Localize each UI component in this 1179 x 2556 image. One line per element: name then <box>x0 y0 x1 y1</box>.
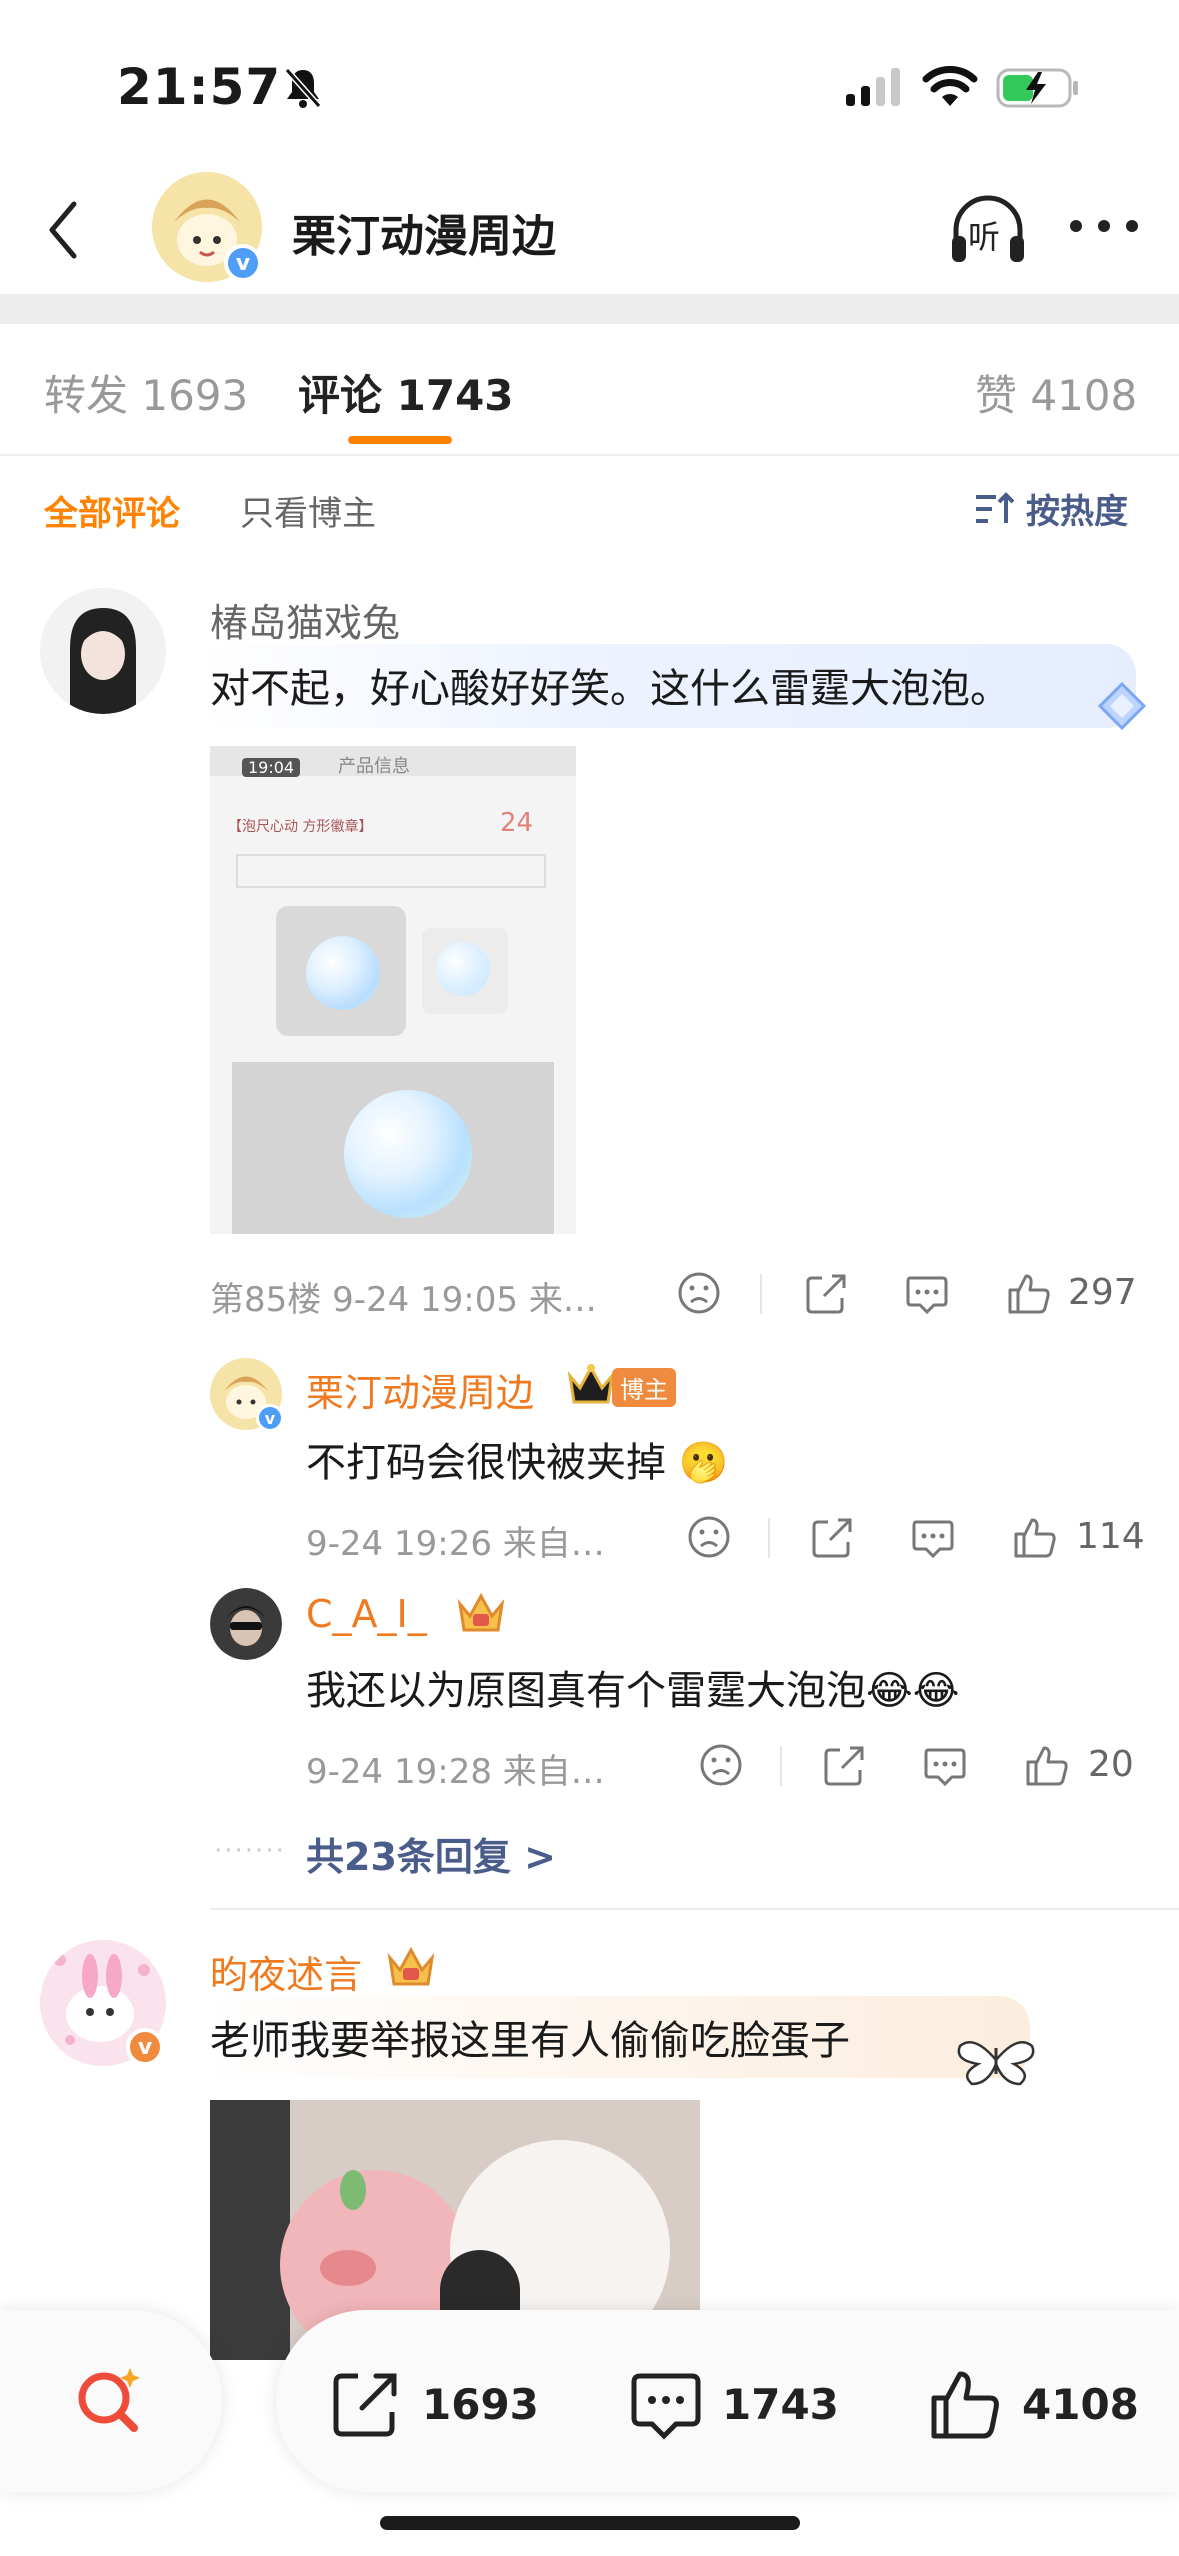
reply-text: 不打码会很快被夹掉 🫢 <box>306 1440 729 1486</box>
mute-bell-icon <box>284 68 322 108</box>
reply-actions: 114 <box>686 1508 1145 1568</box>
like-count: 20 <box>1088 1744 1134 1785</box>
tab-repost[interactable]: 转发 1693 <box>44 362 248 423</box>
active-tab-indicator <box>348 436 452 444</box>
comment-text: 老师我要举报这里有人偷偷吃脸蛋子 <box>210 2018 850 2064</box>
author-badge: 博主 <box>612 1368 676 1407</box>
status-time: 21:57 <box>117 58 282 116</box>
wifi-icon <box>922 66 978 106</box>
reply-text: 我还以为原图真有个雷霆大泡泡😂😂 <box>306 1668 960 1714</box>
bottom-action-bar: 1693 1743 4108 <box>276 2310 1179 2492</box>
commenter-username[interactable]: 椿岛猫戏兔 <box>210 592 400 647</box>
dislike-face-icon[interactable] <box>676 1270 722 1316</box>
reply-bubble-icon[interactable] <box>904 1270 950 1316</box>
crown-icon <box>387 1946 435 1986</box>
image-price-text: 24 <box>500 808 534 838</box>
butterfly-icon <box>957 2041 1035 2086</box>
page-title: 栗汀动漫周边 <box>292 211 556 262</box>
section-divider <box>0 294 1179 324</box>
search-button[interactable] <box>0 2310 222 2492</box>
more-menu-icon[interactable] <box>1064 196 1144 256</box>
comment-meta: 第85楼 9-24 19:05 来… <box>210 1280 597 1320</box>
like-thumb-icon[interactable] <box>1006 1270 1052 1316</box>
listen-label: 听 <box>968 218 1001 256</box>
comment-actions: 297 <box>676 1264 1137 1324</box>
sort-label: 按热度 <box>1026 492 1128 532</box>
home-indicator[interactable] <box>380 2516 800 2530</box>
image-time-text: 19:04 <box>242 758 301 777</box>
search-icon <box>78 2368 140 2432</box>
sort-icon <box>976 491 1014 523</box>
image-title-text: 产品信息 <box>338 756 410 777</box>
bottom-like-count: 4108 <box>1022 2379 1139 2429</box>
back-arrow-icon[interactable] <box>30 190 110 270</box>
like-thumb-icon <box>931 2371 999 2439</box>
tab-likes[interactable]: 赞 4108 <box>975 362 1137 423</box>
commenter-avatar[interactable] <box>40 588 166 714</box>
dislike-face-icon[interactable] <box>698 1742 744 1788</box>
like-thumb-icon[interactable] <box>1024 1742 1070 1788</box>
sort-by-popularity-button[interactable]: 按热度 <box>974 484 1128 533</box>
filter-all-comments[interactable]: 全部评论 <box>44 486 180 535</box>
bottom-comment-count: 1743 <box>722 2379 839 2429</box>
thread-dots-decoration: ······· <box>214 1836 286 1866</box>
verified-badge-icon: v <box>256 1404 284 1432</box>
verified-badge-icon: v <box>126 2028 164 2066</box>
like-count: 114 <box>1076 1516 1145 1557</box>
comment-divider <box>210 1908 1179 1910</box>
bottom-repost-button[interactable]: 1693 <box>328 2366 539 2442</box>
view-more-replies-link[interactable]: 共23条回复 > <box>306 1826 556 1881</box>
image-product-name: 【泡尺心动 方形徽章】 <box>228 819 373 835</box>
bottom-repost-count: 1693 <box>422 2379 539 2429</box>
tabs-divider <box>0 454 1179 456</box>
diamond-sparkle-icon <box>1097 681 1147 731</box>
reply-meta: 9-24 19:26 来自… <box>306 1524 605 1564</box>
verified-badge-icon: v <box>224 244 262 282</box>
comment-icon <box>631 2373 701 2440</box>
comment-image[interactable]: 19:04 产品信息 【泡尺心动 方形徽章】 24 <box>210 746 576 1234</box>
battery-charging-icon <box>996 68 1078 108</box>
reply-bubble-icon[interactable] <box>922 1742 968 1788</box>
dislike-face-icon[interactable] <box>686 1514 732 1560</box>
like-count: 297 <box>1068 1272 1137 1313</box>
repost-icon <box>333 2373 397 2437</box>
reply-actions: 20 <box>698 1736 1136 1796</box>
comment-text: 对不起，好心酸好好笑。这什么雷霆大泡泡。 <box>210 666 1010 712</box>
reply-meta: 9-24 19:28 来自… <box>306 1752 605 1792</box>
like-thumb-icon[interactable] <box>1012 1514 1058 1560</box>
reply-bubble-icon[interactable] <box>910 1514 956 1560</box>
reply-avatar[interactable] <box>210 1588 282 1660</box>
reply-username[interactable]: 栗汀动漫周边 <box>306 1362 534 1417</box>
share-icon[interactable] <box>822 1742 868 1788</box>
filter-author-only[interactable]: 只看博主 <box>240 486 376 535</box>
reply-username[interactable]: C_A_I_ <box>306 1592 427 1636</box>
bottom-comment-button[interactable]: 1743 <box>628 2366 839 2442</box>
commenter-username[interactable]: 昀夜述言 <box>210 1944 362 1999</box>
share-icon[interactable] <box>810 1514 856 1560</box>
crown-icon <box>457 1592 505 1632</box>
bottom-like-button[interactable]: 4108 <box>928 2366 1139 2442</box>
share-icon[interactable] <box>804 1270 850 1316</box>
tab-comments[interactable]: 评论 1743 <box>298 362 514 423</box>
signal-icon <box>846 68 900 106</box>
crown-icon <box>567 1364 615 1404</box>
listen-button[interactable]: 听 <box>946 188 1030 272</box>
